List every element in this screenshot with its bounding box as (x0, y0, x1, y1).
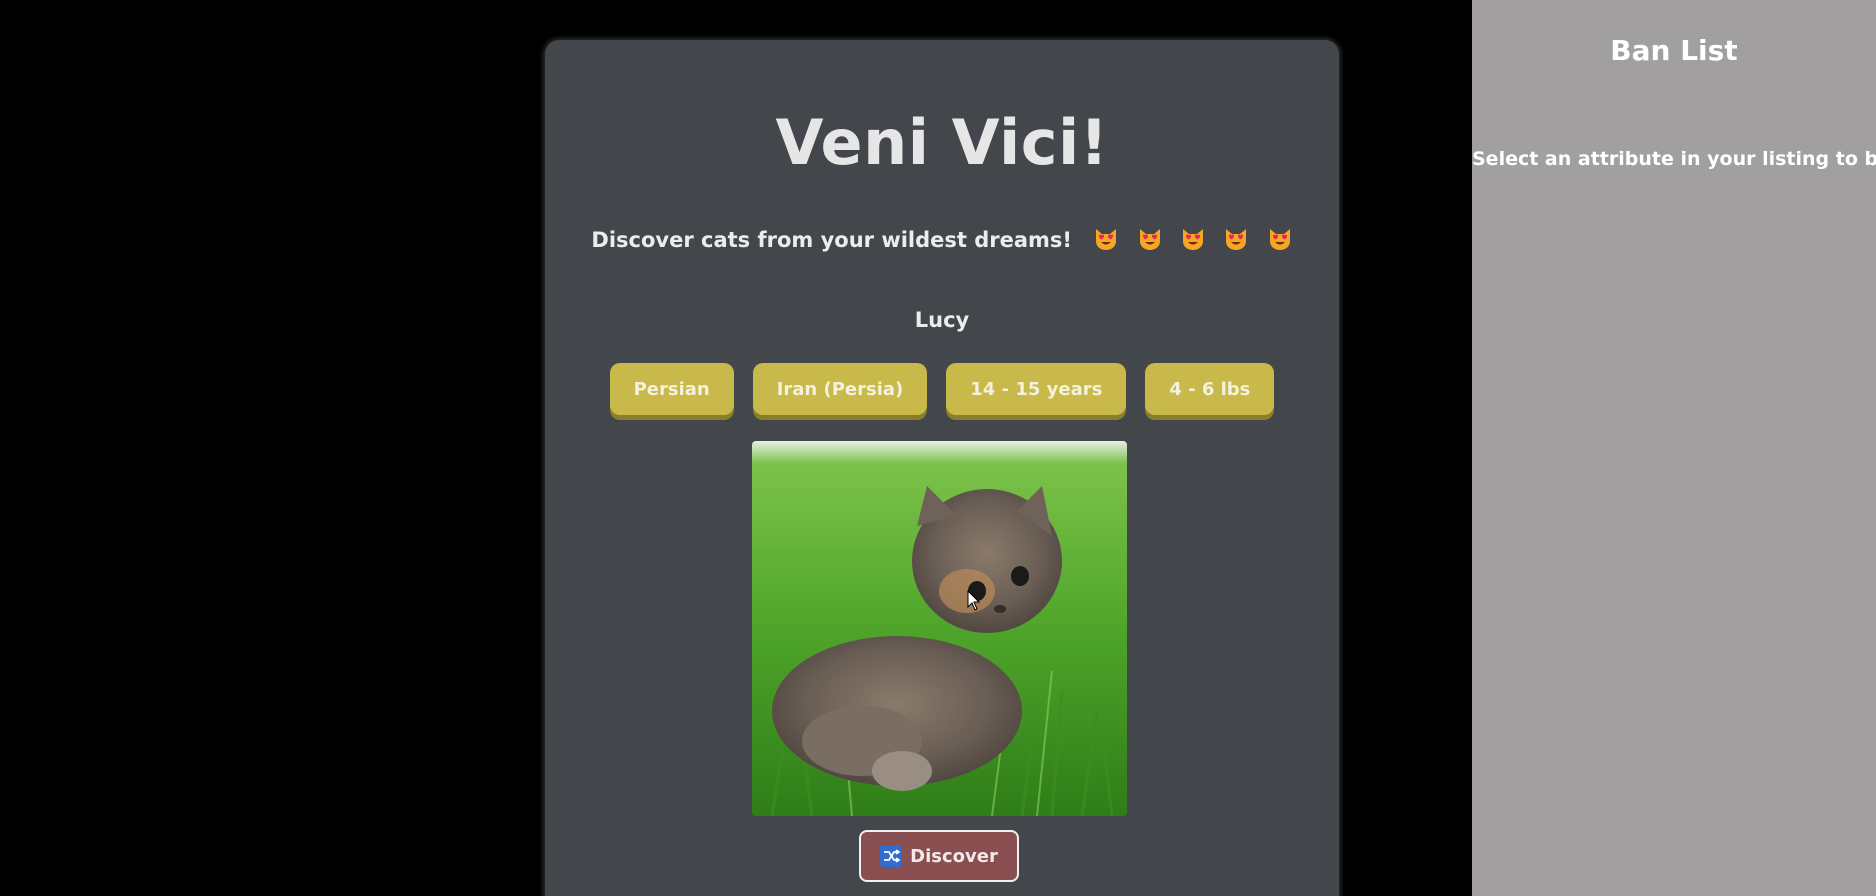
discover-button-label: Discover (910, 845, 998, 867)
heart-eyes-cat-icon (1139, 229, 1160, 250)
discover-button[interactable]: Discover (859, 830, 1019, 882)
ban-list-hint: Select an attribute in your listing to b… (1472, 148, 1876, 170)
discover-card: Veni Vici! Discover cats from your wilde… (545, 40, 1339, 896)
attribute-button-origin[interactable]: Iran (Persia) (752, 363, 928, 415)
cat-name: Lucy (914, 308, 970, 332)
app-page: Veni Vici! Discover cats from your wilde… (0, 0, 1876, 896)
heart-eyes-cat-icon (1182, 229, 1203, 250)
heart-eyes-cat-icon (1096, 229, 1117, 250)
emoji-row (1087, 226, 1292, 252)
heart-eyes-cat-icon (1226, 229, 1247, 250)
app-subtitle: Discover cats from your wildest dreams! (545, 226, 1339, 252)
attribute-button-weight[interactable]: 4 - 6 lbs (1145, 363, 1275, 415)
app-title: Veni Vici! (775, 106, 1109, 179)
heart-eyes-cat-icon (1269, 229, 1290, 250)
ban-list-sidebar: Ban List Select an attribute in your lis… (1472, 0, 1876, 896)
attribute-button-breed[interactable]: Persian (609, 363, 734, 415)
attribute-button-lifespan[interactable]: 14 - 15 years (946, 363, 1127, 415)
subtitle-text: Discover cats from your wildest dreams! (591, 228, 1073, 252)
cat-photo (752, 441, 1127, 816)
shuffle-icon (880, 845, 903, 867)
persian-kitten-photo (752, 441, 1127, 816)
attribute-buttons: Persian Iran (Persia) 14 - 15 years 4 - … (545, 363, 1339, 415)
ban-list-title: Ban List (1610, 34, 1738, 67)
mouse-cursor-icon (967, 590, 981, 611)
